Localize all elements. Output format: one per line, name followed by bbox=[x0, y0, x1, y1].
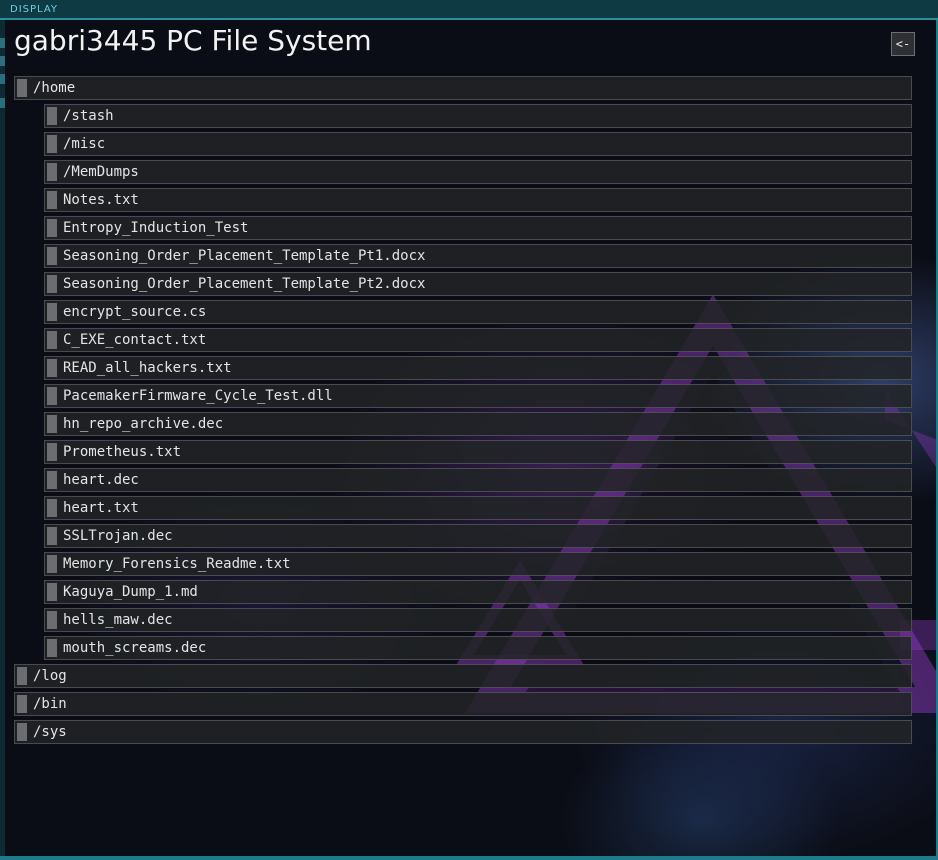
tree-item[interactable]: /stash bbox=[44, 104, 912, 128]
item-label: PacemakerFirmware_Cycle_Test.dll bbox=[63, 388, 333, 404]
item-marker bbox=[47, 275, 57, 293]
item-marker bbox=[47, 191, 57, 209]
left-strip bbox=[0, 20, 5, 860]
item-marker bbox=[47, 499, 57, 517]
item-marker bbox=[47, 527, 57, 545]
left-tab[interactable] bbox=[0, 56, 5, 66]
item-marker bbox=[47, 387, 57, 405]
tree-item[interactable]: C_EXE_contact.txt bbox=[44, 328, 912, 352]
item-marker bbox=[47, 583, 57, 601]
item-label: hn_repo_archive.dec bbox=[63, 416, 224, 432]
file-tree: /home /stash /misc /MemDumps Notes.txt E… bbox=[14, 76, 912, 748]
back-button[interactable]: <- bbox=[891, 32, 915, 56]
tree-item[interactable]: /misc bbox=[44, 132, 912, 156]
item-label: heart.txt bbox=[63, 500, 139, 516]
item-marker bbox=[47, 639, 57, 657]
folder-marker bbox=[17, 79, 27, 97]
tree-item[interactable]: PacemakerFirmware_Cycle_Test.dll bbox=[44, 384, 912, 408]
folder-marker bbox=[17, 723, 27, 741]
item-label: Memory_Forensics_Readme.txt bbox=[63, 556, 291, 572]
left-tab[interactable] bbox=[0, 74, 5, 84]
item-marker bbox=[47, 471, 57, 489]
tree-item[interactable]: /MemDumps bbox=[44, 160, 912, 184]
tree-item[interactable]: hn_repo_archive.dec bbox=[44, 412, 912, 436]
item-label: SSLTrojan.dec bbox=[63, 528, 173, 544]
item-label: mouth_screams.dec bbox=[63, 640, 207, 656]
folder-home[interactable]: /home bbox=[14, 76, 912, 100]
item-marker bbox=[47, 443, 57, 461]
tree-item[interactable]: mouth_screams.dec bbox=[44, 636, 912, 660]
tree-item[interactable]: encrypt_source.cs bbox=[44, 300, 912, 324]
window-title-bar: DISPLAY bbox=[0, 0, 938, 20]
folder-label: /sys bbox=[33, 724, 67, 740]
left-tab[interactable] bbox=[0, 98, 5, 108]
tree-item[interactable]: Seasoning_Order_Placement_Template_Pt2.d… bbox=[44, 272, 912, 296]
folder-bin[interactable]: /bin bbox=[14, 692, 912, 716]
tree-item[interactable]: Memory_Forensics_Readme.txt bbox=[44, 552, 912, 576]
left-tab[interactable] bbox=[0, 38, 5, 48]
window-bottom-edge bbox=[0, 856, 938, 860]
tree-item[interactable]: Prometheus.txt bbox=[44, 440, 912, 464]
folder-label: /bin bbox=[33, 696, 67, 712]
item-label: C_EXE_contact.txt bbox=[63, 332, 207, 348]
folder-marker bbox=[17, 667, 27, 685]
item-marker bbox=[47, 247, 57, 265]
folder-label: /home bbox=[33, 80, 76, 96]
tree-item[interactable]: Entropy_Induction_Test bbox=[44, 216, 912, 240]
item-marker bbox=[47, 415, 57, 433]
tree-item[interactable]: Notes.txt bbox=[44, 188, 912, 212]
item-marker bbox=[47, 611, 57, 629]
item-label: /misc bbox=[63, 136, 106, 152]
item-label: /stash bbox=[63, 108, 114, 124]
folder-label: /log bbox=[33, 668, 67, 684]
item-label: Prometheus.txt bbox=[63, 444, 182, 460]
item-label: Seasoning_Order_Placement_Template_Pt1.d… bbox=[63, 248, 426, 264]
item-marker bbox=[47, 555, 57, 573]
tree-item[interactable]: hells_maw.dec bbox=[44, 608, 912, 632]
item-marker bbox=[47, 359, 57, 377]
tree-item[interactable]: Seasoning_Order_Placement_Template_Pt1.d… bbox=[44, 244, 912, 268]
item-label: heart.dec bbox=[63, 472, 139, 488]
item-marker bbox=[47, 107, 57, 125]
item-label: Kaguya_Dump_1.md bbox=[63, 584, 198, 600]
tree-item[interactable]: heart.dec bbox=[44, 468, 912, 492]
tree-item[interactable]: SSLTrojan.dec bbox=[44, 524, 912, 548]
item-marker bbox=[47, 219, 57, 237]
tree-item[interactable]: READ_all_hackers.txt bbox=[44, 356, 912, 380]
tree-item[interactable]: Kaguya_Dump_1.md bbox=[44, 580, 912, 604]
item-label: /MemDumps bbox=[63, 164, 139, 180]
item-marker bbox=[47, 331, 57, 349]
item-label: encrypt_source.cs bbox=[63, 304, 207, 320]
tree-item[interactable]: heart.txt bbox=[44, 496, 912, 520]
folder-log[interactable]: /log bbox=[14, 664, 912, 688]
folder-marker bbox=[17, 695, 27, 713]
item-marker bbox=[47, 135, 57, 153]
item-label: Seasoning_Order_Placement_Template_Pt2.d… bbox=[63, 276, 426, 292]
item-label: hells_maw.dec bbox=[63, 612, 173, 628]
item-label: Notes.txt bbox=[63, 192, 139, 208]
item-label: READ_all_hackers.txt bbox=[63, 360, 232, 376]
page-title: gabri3445 PC File System bbox=[14, 24, 372, 57]
window-label: DISPLAY bbox=[10, 4, 59, 15]
folder-sys[interactable]: /sys bbox=[14, 720, 912, 744]
item-label: Entropy_Induction_Test bbox=[63, 220, 249, 236]
item-marker bbox=[47, 303, 57, 321]
item-marker bbox=[47, 163, 57, 181]
